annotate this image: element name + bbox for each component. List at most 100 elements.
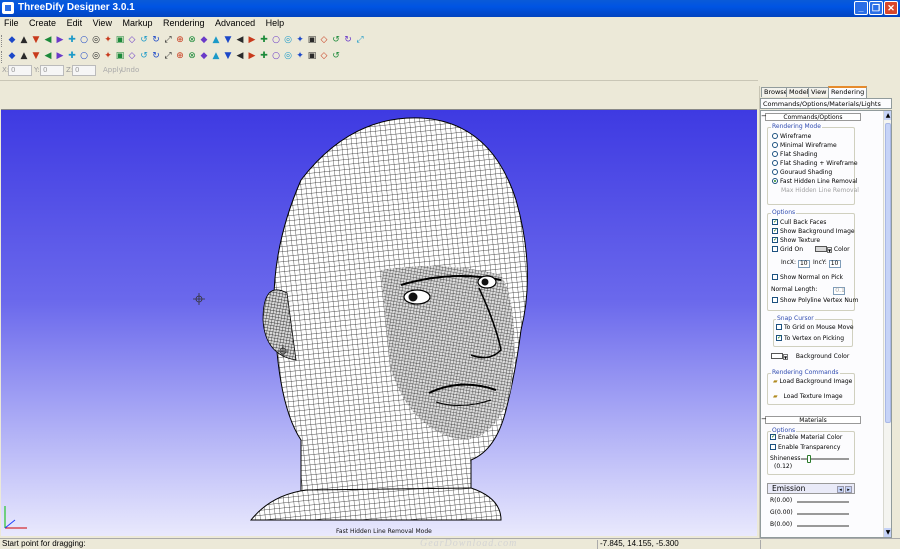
enable-material-color-checkbox[interactable]: Enable Material Color [770,433,842,442]
show-polyline-checkbox[interactable]: Show Polyline Vertex Num [772,297,858,305]
cull-back-faces-checkbox[interactable]: Cull Back Faces [772,218,826,227]
view-f-icon[interactable]: ◎ [283,51,293,62]
materials-header[interactable]: − Materials [761,416,861,424]
tool-l-icon[interactable]: ◎ [283,35,293,46]
tool-q-icon[interactable]: ↻ [343,35,353,46]
menu-edit[interactable]: Edit [63,17,87,29]
radio-icon[interactable] [772,142,778,148]
tool-i-icon[interactable]: ▶ [247,35,257,46]
scroll-up-icon[interactable]: ▲ [884,111,891,120]
show-texture-checkbox[interactable]: Show Texture [772,236,820,245]
zoom-in-icon[interactable]: ▼ [31,51,41,62]
commands-options-header[interactable]: − Commands/Options [761,113,861,121]
view-c-icon[interactable]: ▶ [247,51,257,62]
minimize-button[interactable]: _ [854,1,868,15]
tool-n-icon[interactable]: ▣ [307,35,317,46]
z-field[interactable]: 0 [72,65,96,76]
checkbox-icon[interactable] [772,246,778,252]
view-g-icon[interactable]: ✦ [295,51,305,62]
zoom-out-icon[interactable]: ◀ [43,51,53,62]
x-field[interactable]: 0 [8,65,32,76]
next-arrow-icon[interactable]: ▸ [845,486,852,493]
checkbox-icon[interactable] [770,433,776,441]
emission-tab[interactable]: Emission ◂ ▸ [767,483,855,494]
help-cursor-icon[interactable]: ↺ [139,35,149,46]
checkbox-icon[interactable] [772,274,778,280]
radio-minimal-wireframe[interactable]: Minimal Wireframe [772,142,837,150]
collapse-icon[interactable]: − [761,113,767,120]
arrow-right-icon[interactable]: ◇ [127,51,137,62]
radio-icon[interactable] [772,178,778,184]
view-b-icon[interactable]: ◀ [235,51,245,62]
wireframe-head-model[interactable] [1,110,757,536]
view-i-icon[interactable]: ◇ [319,51,329,62]
view-a-icon[interactable]: ▼ [223,51,233,62]
arrow-up-icon[interactable]: ◎ [91,51,101,62]
checkbox-icon[interactable] [772,236,778,244]
menu-advanced[interactable]: Advanced [211,17,259,29]
view-h-icon[interactable]: ▣ [307,51,317,62]
copy-icon[interactable]: ▶ [55,35,65,46]
open-icon[interactable]: ▲ [19,35,29,46]
save-all-icon[interactable]: ◀ [43,35,53,46]
tool-j-icon[interactable]: ✚ [259,35,269,46]
rotate-y-icon[interactable]: ◆ [199,51,209,62]
scroll-down-icon[interactable]: ▼ [884,528,891,537]
tool-h-icon[interactable]: ◀ [235,35,245,46]
move-all-icon[interactable]: ↺ [139,51,149,62]
select-icon[interactable]: ◆ [7,51,17,62]
toolbar-grip[interactable] [1,51,4,63]
toolbar-grip[interactable] [1,35,4,47]
radio-icon[interactable] [772,160,778,166]
grid-on-checkbox[interactable]: Grid On [772,246,803,254]
rotate-x-icon[interactable]: ⊗ [187,51,197,62]
menu-file[interactable]: File [0,17,23,29]
preview-icon[interactable]: ◎ [91,35,101,46]
checkbox-icon[interactable] [776,334,782,342]
zoom-window-icon[interactable]: ▶ [55,51,65,62]
menu-create[interactable]: Create [25,17,60,29]
checkbox-icon[interactable] [776,324,782,330]
3d-viewport[interactable]: Fast Hidden Line Removal Mode [1,109,757,536]
y-field[interactable]: 0 [40,65,64,76]
menu-help[interactable]: Help [262,17,289,29]
dropdown-arrow-icon[interactable]: ▼ [783,354,788,360]
panel-scrollbar[interactable]: ▲ ▼ [883,111,891,537]
view-d-icon[interactable]: ✚ [259,51,269,62]
checkbox-icon[interactable] [772,297,778,303]
close-button[interactable]: ✕ [884,1,898,15]
tool-c-icon[interactable]: ⊕ [175,35,185,46]
dropdown-arrow-icon[interactable]: ▼ [827,247,832,253]
tab-rendering[interactable]: Rendering [828,86,868,98]
new-icon[interactable]: ◆ [7,35,17,46]
background-color-picker[interactable]: ▼ Background Color [771,353,849,361]
tool-b-icon[interactable]: ⤢ [163,35,173,46]
app-icon[interactable] [2,2,14,14]
tool-o-icon[interactable]: ◇ [319,35,329,46]
arrow-down-icon[interactable]: ✦ [103,51,113,62]
copy-doc-icon[interactable]: ✦ [103,35,113,46]
prev-arrow-icon[interactable]: ◂ [837,486,844,493]
pan-dot-icon[interactable]: ○ [79,51,89,62]
show-background-checkbox[interactable]: Show Background Image [772,227,855,236]
undo-button[interactable]: Undo [121,65,139,76]
radio-wireframe[interactable]: Wireframe [772,133,811,141]
tool-e-icon[interactable]: ◆ [199,35,209,46]
tab-view[interactable]: View [808,87,830,97]
tool-d-icon[interactable]: ⊗ [187,35,197,46]
scroll-thumb[interactable] [885,123,891,423]
view-e-icon[interactable]: ○ [271,51,281,62]
radio-fast-hlr[interactable]: Fast Hidden Line Removal [772,178,858,186]
tool-f-icon[interactable]: ▲ [211,35,221,46]
save-icon[interactable]: ▼ [31,35,41,46]
load-background-button[interactable]: ▰ Load Background Image [773,378,852,386]
incx-input[interactable]: 10 [797,260,810,268]
collapse-icon[interactable]: − [761,416,767,423]
options-scroll-area[interactable]: − Commands/Options Rendering Mode Wirefr… [760,110,892,538]
maximize-button[interactable]: ❐ [869,1,883,15]
checkbox-icon[interactable] [772,227,778,235]
tool-p-icon[interactable]: ↺ [331,35,341,46]
select-alt-icon[interactable]: ▲ [19,51,29,62]
tool-m-icon[interactable]: ✦ [295,35,305,46]
title-bar[interactable]: ThreeDify Designer 3.0.1 _ ❐ ✕ [0,0,900,17]
